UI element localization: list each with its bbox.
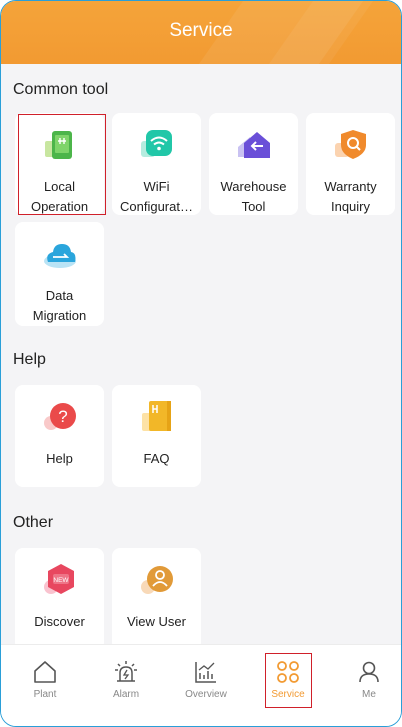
tab-plant[interactable]: Plant xyxy=(15,659,75,700)
cloud-transfer-icon xyxy=(44,244,76,268)
tool-label: Warranty Inquiry xyxy=(308,177,393,217)
section-title-common-tool: Common tool xyxy=(13,81,109,98)
help-item-faq[interactable]: FAQ xyxy=(112,385,201,487)
header-bar: Service xyxy=(1,1,401,64)
alarm-icon xyxy=(115,661,137,682)
bottom-tab-bar: Plant Alarm Overview Service Me xyxy=(1,644,401,726)
tool-warehouse[interactable]: Warehouse Tool xyxy=(209,113,298,215)
tool-wifi-configuration[interactable]: WiFi Configurat… xyxy=(112,113,201,215)
tool-label-line2: Configurat… xyxy=(120,199,193,214)
warranty-search-icon xyxy=(335,130,366,159)
tab-label: Plant xyxy=(33,689,57,700)
tool-label: WiFi Configurat… xyxy=(114,177,199,217)
app-frame: Service Common tool Local Operation WiFi… xyxy=(0,0,402,727)
tool-label-line2: Inquiry xyxy=(330,199,371,214)
other-item-label: Discover xyxy=(34,614,85,629)
tool-data-migration[interactable]: Data Migration xyxy=(15,222,104,326)
highlight-box-local-operation xyxy=(18,114,106,215)
tool-label-line1: Warranty xyxy=(324,179,377,194)
help-item-label: Help xyxy=(46,451,73,466)
tool-label-line1: Warehouse xyxy=(220,179,287,194)
highlight-box-service-tab xyxy=(265,653,312,708)
person-icon xyxy=(359,661,379,683)
tool-label-line1: WiFi xyxy=(143,179,170,194)
other-item-label: View User xyxy=(126,614,186,629)
tab-alarm[interactable]: Alarm xyxy=(96,659,156,700)
tab-label: Me xyxy=(362,689,376,700)
help-item-label: FAQ xyxy=(143,451,170,466)
section-title-other: Other xyxy=(13,514,54,531)
svg-text:NEW: NEW xyxy=(53,577,69,584)
tab-label: Overview xyxy=(185,689,227,700)
help-item-help[interactable]: ? Help xyxy=(15,385,104,487)
house-icon xyxy=(34,661,56,683)
warehouse-icon xyxy=(238,132,270,158)
tab-overview[interactable]: Overview xyxy=(176,659,236,700)
tool-label: Warehouse Tool xyxy=(211,177,296,217)
tool-warranty-inquiry[interactable]: Warranty Inquiry xyxy=(306,113,395,215)
tool-label-line2: Migration xyxy=(32,308,87,323)
chart-icon xyxy=(195,662,216,683)
other-item-discover[interactable]: NEW Discover xyxy=(15,548,104,650)
tab-me[interactable]: Me xyxy=(339,659,399,700)
wifi-icon xyxy=(141,130,172,157)
tool-label: Data Migration xyxy=(17,286,102,326)
tab-label: Alarm xyxy=(112,689,140,700)
book-icon xyxy=(142,401,171,431)
question-icon: ? xyxy=(44,403,76,430)
user-icon xyxy=(141,566,173,594)
page-title: Service xyxy=(169,20,233,41)
other-item-view-user[interactable]: View User xyxy=(112,548,201,650)
svg-text:?: ? xyxy=(58,407,67,426)
new-badge-icon: NEW xyxy=(44,564,74,594)
tool-label-line1: Data xyxy=(45,288,74,303)
section-title-help: Help xyxy=(13,351,46,368)
tool-label-line2: Tool xyxy=(241,199,266,214)
